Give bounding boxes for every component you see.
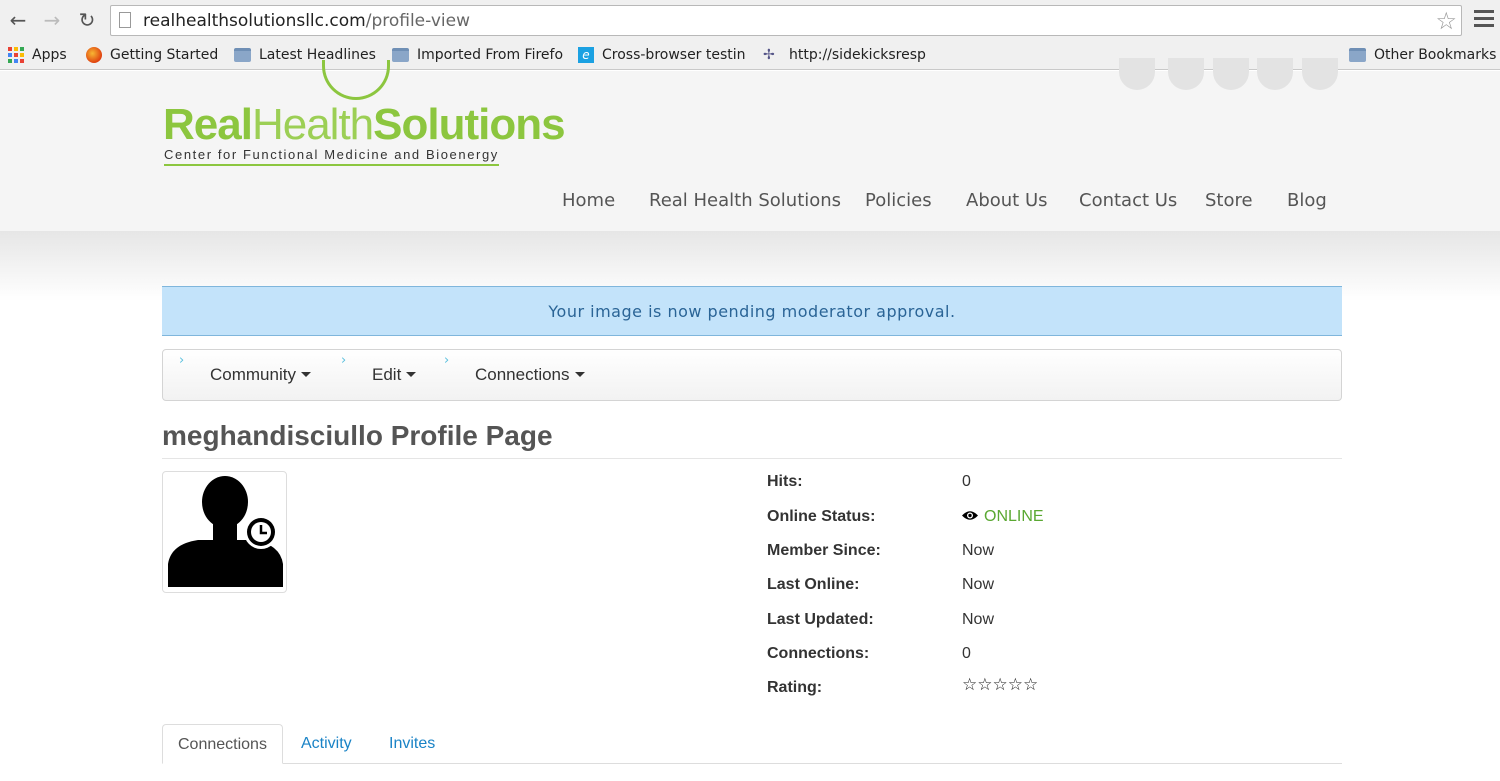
bookmark-cross-browser[interactable]: e Cross-browser testin (578, 45, 746, 65)
rating-stars[interactable]: ☆☆☆☆☆ (962, 675, 1038, 695)
logo-tagline: Center for Functional Medicine and Bioen… (164, 147, 499, 166)
connections-count-value: 0 (962, 645, 971, 662)
logo-word-real: Real (163, 100, 253, 149)
firefox-icon (86, 47, 102, 63)
folder-icon (234, 48, 251, 62)
bookmark-label: Cross-browser testin (602, 47, 746, 63)
reload-icon[interactable]: ↻ (75, 8, 99, 32)
chevron-right-icon: › (179, 353, 185, 368)
address-bar[interactable]: realhealthsolutionsllc.com/profile-view … (110, 5, 1462, 36)
nav-policies[interactable]: Policies (865, 190, 932, 211)
caret-down-icon (406, 372, 417, 377)
pending-approval-alert: Your image is now pending moderator appr… (162, 286, 1342, 336)
back-arrow-icon[interactable]: ← (6, 8, 30, 32)
logo-word-solutions: Solutions (373, 100, 565, 149)
forward-arrow-icon[interactable]: → (40, 8, 64, 32)
page-title: meghandisciullo Profile Page (162, 420, 553, 451)
logo-emblem-icon (322, 60, 390, 100)
bookmark-imported-from-firefox[interactable]: Imported From Firefo (392, 45, 563, 65)
ie-icon: e (578, 47, 594, 63)
chevron-right-icon: › (444, 353, 450, 368)
avatar-silhouette-icon (168, 476, 283, 587)
apps-grid-icon (8, 47, 24, 63)
url-path: /profile-view (365, 11, 470, 31)
online-status-value: ONLINE (962, 508, 1044, 526)
nav-blog[interactable]: Blog (1287, 190, 1327, 211)
page-icon (119, 12, 131, 28)
online-status-text: ONLINE (984, 508, 1044, 525)
nav-store[interactable]: Store (1205, 190, 1253, 211)
bookmark-label: Other Bookmarks (1374, 47, 1497, 63)
bookmark-label: Getting Started (110, 47, 219, 63)
last-online-label: Last Online: (767, 576, 860, 593)
last-online-value: Now (962, 576, 995, 593)
edit-label: Edit (372, 365, 402, 384)
caret-down-icon (300, 372, 311, 377)
last-updated-label: Last Updated: (767, 611, 874, 628)
bookmark-sidekicks[interactable]: ✢ http://sidekicksresp (763, 45, 926, 65)
tab-connections[interactable]: Connections (162, 724, 283, 764)
community-label: Community (210, 365, 296, 384)
eye-icon (962, 511, 978, 520)
bookmark-label: http://sidekicksresp (789, 47, 926, 63)
divider (162, 458, 1342, 459)
browser-menu-icon[interactable] (1474, 10, 1494, 30)
url-text[interactable]: realhealthsolutionsllc.com/profile-view (143, 11, 470, 31)
hits-value: 0 (962, 473, 971, 490)
profile-toolbar: › Community › Edit › Connections (162, 349, 1342, 401)
nav-about-us[interactable]: About Us (966, 190, 1048, 211)
folder-icon (392, 48, 409, 62)
linkedin-icon[interactable] (1213, 58, 1249, 90)
site-logo[interactable]: RealHealthSolutions (163, 100, 566, 150)
bookmark-apps[interactable]: Apps (8, 45, 67, 65)
nav-real-health-solutions[interactable]: Real Health Solutions (649, 190, 841, 211)
rating-label: Rating: (767, 679, 823, 696)
online-status-label: Online Status: (767, 508, 876, 525)
bug-icon: ✢ (763, 47, 775, 63)
browser-toolbar: ← → ↻ realhealthsolutionsllc.com/profile… (0, 0, 1500, 40)
xing-icon[interactable] (1257, 58, 1293, 90)
twitter-icon[interactable] (1168, 58, 1204, 90)
bookmark-other[interactable]: Other Bookmarks (1349, 45, 1496, 65)
facebook-icon[interactable] (1119, 58, 1155, 90)
bookmark-label: Apps (32, 47, 67, 63)
tab-invites[interactable]: Invites (389, 724, 435, 764)
connections-dropdown[interactable]: Connections (475, 365, 585, 385)
member-since-label: Member Since: (767, 542, 881, 559)
nav-contact-us[interactable]: Contact Us (1079, 190, 1177, 211)
bookmark-label: Imported From Firefo (417, 47, 564, 63)
bookmark-getting-started[interactable]: Getting Started (86, 45, 218, 65)
nav-home[interactable]: Home (562, 190, 615, 211)
rss-icon[interactable] (1302, 58, 1338, 90)
caret-down-icon (574, 372, 585, 377)
connections-count-label: Connections: (767, 645, 870, 662)
last-updated-value: Now (962, 611, 995, 628)
logo-word-health: Health (251, 100, 374, 149)
hits-label: Hits: (767, 473, 803, 490)
member-since-value: Now (962, 542, 995, 559)
folder-icon (1349, 48, 1366, 62)
bookmark-star-icon[interactable]: ☆ (1435, 7, 1457, 35)
avatar[interactable] (162, 471, 287, 593)
tab-activity[interactable]: Activity (301, 724, 352, 764)
edit-dropdown[interactable]: Edit (372, 365, 417, 385)
url-host: realhealthsolutionsllc.com (143, 11, 366, 31)
community-dropdown[interactable]: Community (210, 365, 311, 385)
chevron-right-icon: › (341, 353, 347, 368)
connections-label: Connections (475, 365, 570, 384)
